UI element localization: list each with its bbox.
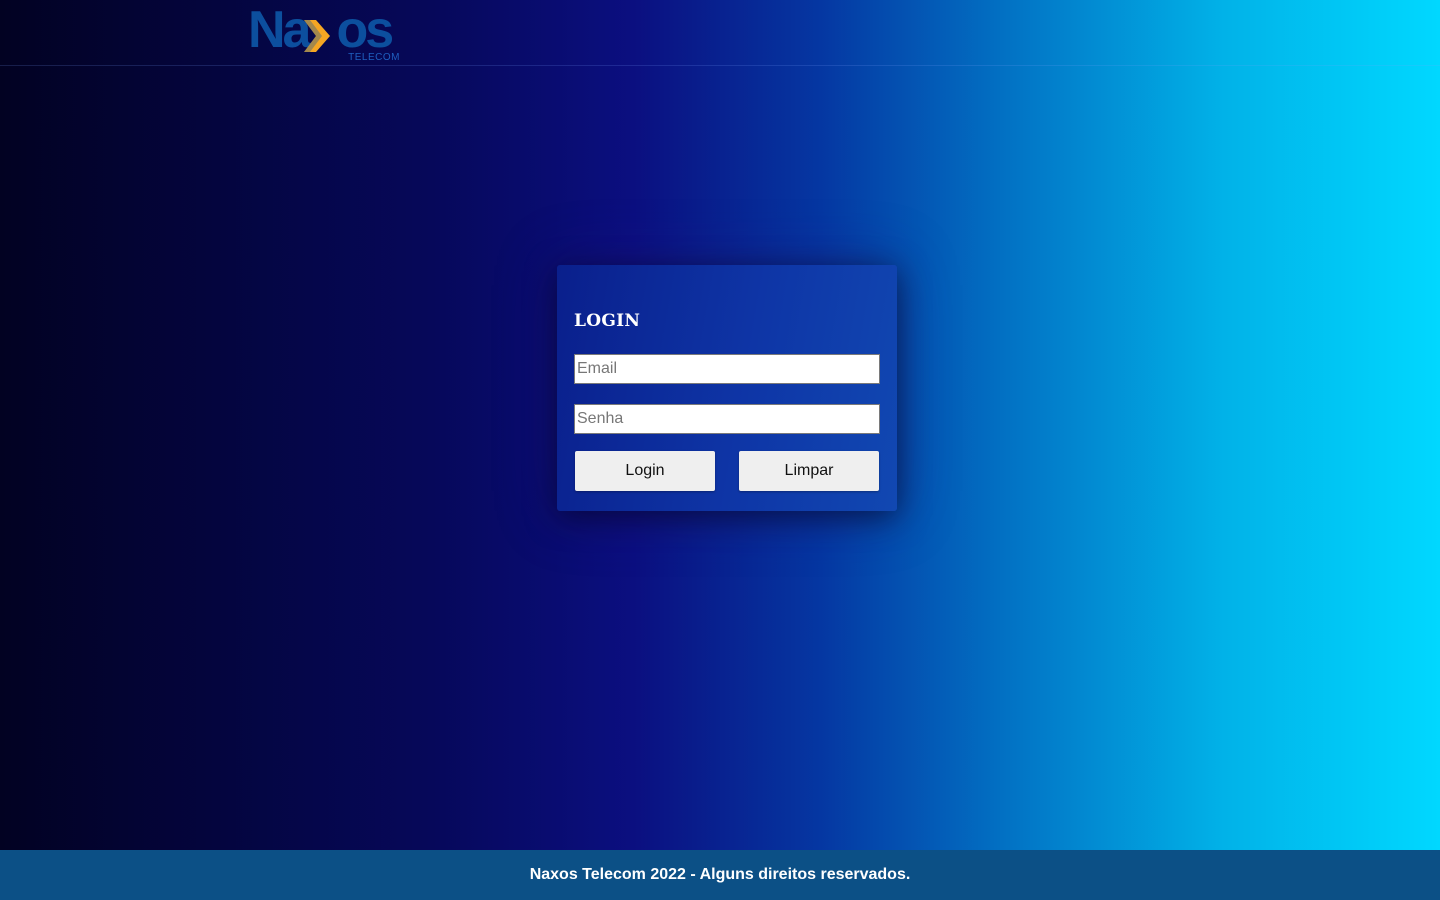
password-field[interactable]	[574, 404, 880, 434]
footer: Naxos Telecom 2022 - Alguns direitos res…	[0, 850, 1440, 900]
email-field[interactable]	[574, 354, 880, 384]
naxos-logo[interactable]: Na os TELECOM	[248, 2, 404, 64]
logo-subtitle: TELECOM	[348, 52, 400, 63]
login-title: LOGIN	[574, 311, 641, 331]
logo-text-left: Na	[248, 1, 312, 59]
top-header: Na os TELECOM	[0, 0, 1440, 66]
chevron-right-icon	[304, 20, 330, 52]
footer-copyright: Naxos Telecom 2022 - Alguns direitos res…	[529, 866, 911, 883]
login-button[interactable]: Login	[575, 451, 715, 491]
logo-text-right: os	[336, 1, 394, 59]
clear-button[interactable]: Limpar	[739, 451, 879, 491]
login-form: LOGIN Login Limpar	[557, 265, 897, 511]
